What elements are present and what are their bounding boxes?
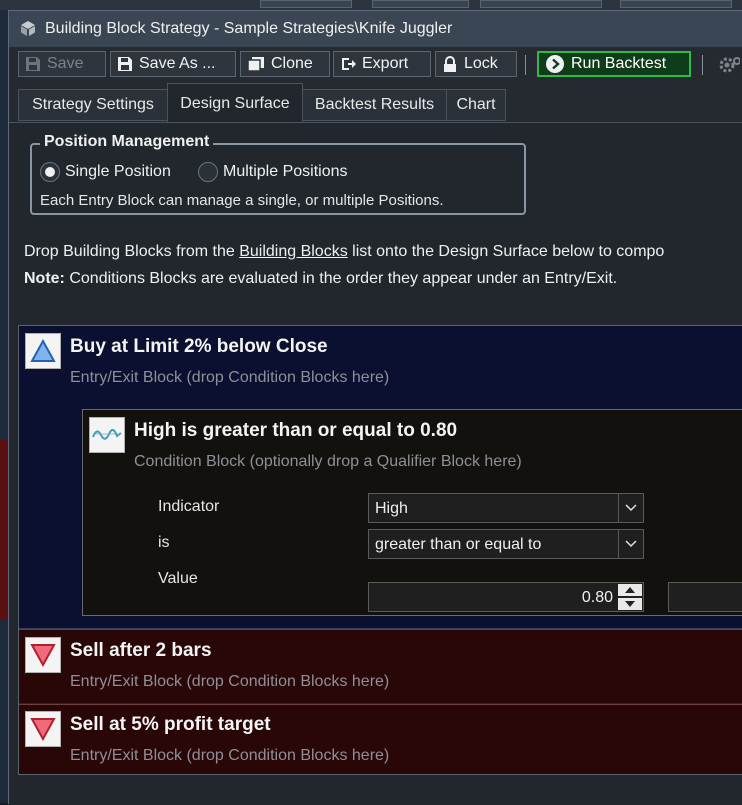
- instructions-line: Drop Building Blocks from the Building B…: [24, 243, 742, 261]
- secondary-value-input[interactable]: [668, 582, 742, 612]
- chevron-down-icon: [618, 530, 643, 558]
- background-ribbon-button: [620, 0, 732, 8]
- chevron-down-icon: [618, 494, 643, 522]
- design-surface[interactable]: Buy at Limit 2% below Close Entry/Exit B…: [18, 325, 742, 775]
- floppy-disk-icon: [118, 57, 132, 71]
- wave-icon: [89, 417, 125, 453]
- gear-icon[interactable]: [718, 56, 740, 74]
- condition-block-subtitle: Condition Block (optionally drop a Quali…: [134, 453, 522, 470]
- tab-backtest-results[interactable]: Backtest Results: [302, 89, 447, 121]
- comparison-dropdown[interactable]: greater than or equal to: [368, 529, 644, 559]
- entry-block[interactable]: Buy at Limit 2% below Close Entry/Exit B…: [19, 326, 742, 629]
- background-ribbon-button: [260, 0, 352, 8]
- exit-block[interactable]: Sell at 5% profit target Entry/Exit Bloc…: [19, 704, 742, 774]
- value-label: Value: [158, 570, 198, 587]
- clone-button[interactable]: Clone: [240, 51, 330, 77]
- tab-design-surface[interactable]: Design Surface: [167, 83, 303, 123]
- title-bar[interactable]: Building Block Strategy - Sample Strateg…: [9, 11, 742, 47]
- triangle-down-icon: [25, 637, 61, 673]
- radio-selected-indicator: [40, 162, 60, 182]
- exit-block-subtitle: Entry/Exit Block (drop Condition Blocks …: [70, 673, 390, 690]
- spinner-icon[interactable]: [617, 583, 643, 611]
- is-label: is: [158, 534, 170, 551]
- radio-indicator: [198, 162, 218, 182]
- run-backtest-label: Run Backtest: [571, 55, 667, 72]
- export-button[interactable]: Export: [333, 51, 431, 77]
- window-title: Building Block Strategy - Sample Strateg…: [45, 20, 453, 37]
- triangle-up-icon: [25, 333, 61, 369]
- toolbar-separator: [525, 55, 526, 75]
- position-management-description: Each Entry Block can manage a single, or…: [40, 192, 444, 209]
- lock-label: Lock: [464, 55, 498, 72]
- indicator-value: High: [375, 500, 408, 517]
- indicator-dropdown[interactable]: High: [368, 493, 644, 523]
- save-as-button[interactable]: Save As ...: [110, 51, 236, 77]
- floppy-disk-icon: [26, 57, 40, 71]
- save-button[interactable]: Save: [18, 51, 106, 77]
- tab-strategy-settings[interactable]: Strategy Settings: [18, 89, 168, 121]
- save-label: Save: [47, 55, 84, 72]
- lock-icon: [444, 55, 456, 72]
- design-surface-panel: Position Management Single Position Mult…: [9, 122, 742, 805]
- exit-block-subtitle: Entry/Exit Block (drop Condition Blocks …: [70, 747, 390, 764]
- toolbar-separator: [702, 55, 703, 75]
- tab-chart[interactable]: Chart: [446, 89, 506, 121]
- exit-block-title: Sell at 5% profit target: [70, 714, 271, 735]
- play-circle-icon: [546, 55, 564, 73]
- position-management-title: Position Management: [40, 133, 214, 151]
- value-input[interactable]: 0.80: [368, 582, 644, 612]
- entry-block-subtitle: Entry/Exit Block (drop Condition Blocks …: [70, 369, 390, 386]
- lock-button[interactable]: Lock: [435, 51, 517, 77]
- instructions-text: list onto the Design Surface below to co…: [347, 243, 665, 260]
- toolbar: Save Save As ... Clone Export Lock Run B…: [9, 47, 742, 81]
- entry-block-title: Buy at Limit 2% below Close: [70, 336, 328, 357]
- tab-strip: Strategy Settings Design Surface Backtes…: [9, 83, 742, 123]
- building-blocks-icon: [21, 21, 35, 36]
- background-ribbon-button: [480, 0, 602, 8]
- save-as-label: Save As ...: [139, 55, 216, 72]
- single-position-radio[interactable]: Single Position: [40, 160, 171, 184]
- copy-icon: [247, 57, 264, 72]
- run-backtest-button[interactable]: Run Backtest: [537, 51, 691, 77]
- exit-block-title: Sell after 2 bars: [70, 640, 212, 661]
- building-blocks-link[interactable]: Building Blocks: [239, 243, 348, 260]
- position-management-group: Position Management Single Position Mult…: [30, 133, 526, 215]
- export-label: Export: [362, 55, 409, 72]
- single-position-label: Single Position: [65, 163, 171, 180]
- multiple-positions-label: Multiple Positions: [223, 163, 348, 180]
- background-window-strip: [0, 0, 742, 10]
- note-label: Note:: [24, 270, 65, 287]
- background-window-edge: [0, 10, 8, 803]
- value-number: 0.80: [581, 589, 613, 606]
- multiple-positions-radio[interactable]: Multiple Positions: [198, 160, 348, 184]
- indicator-label: Indicator: [158, 498, 220, 515]
- comparison-value: greater than or equal to: [375, 536, 542, 553]
- triangle-down-icon: [25, 711, 61, 747]
- note-text: Conditions Blocks are evaluated in the o…: [64, 270, 618, 287]
- export-icon: [342, 58, 356, 70]
- clone-label: Clone: [271, 55, 313, 72]
- condition-block[interactable]: High is greater than or equal to 0.80 Co…: [82, 409, 742, 616]
- background-ribbon-button: [372, 0, 469, 8]
- strategy-window: Building Block Strategy - Sample Strateg…: [8, 10, 742, 805]
- note-line: Note: Conditions Blocks are evaluated in…: [24, 270, 742, 288]
- exit-block[interactable]: Sell after 2 bars Entry/Exit Block (drop…: [19, 629, 742, 703]
- instructions-text: Drop Building Blocks from the: [24, 243, 240, 260]
- condition-block-title: High is greater than or equal to 0.80: [134, 420, 458, 441]
